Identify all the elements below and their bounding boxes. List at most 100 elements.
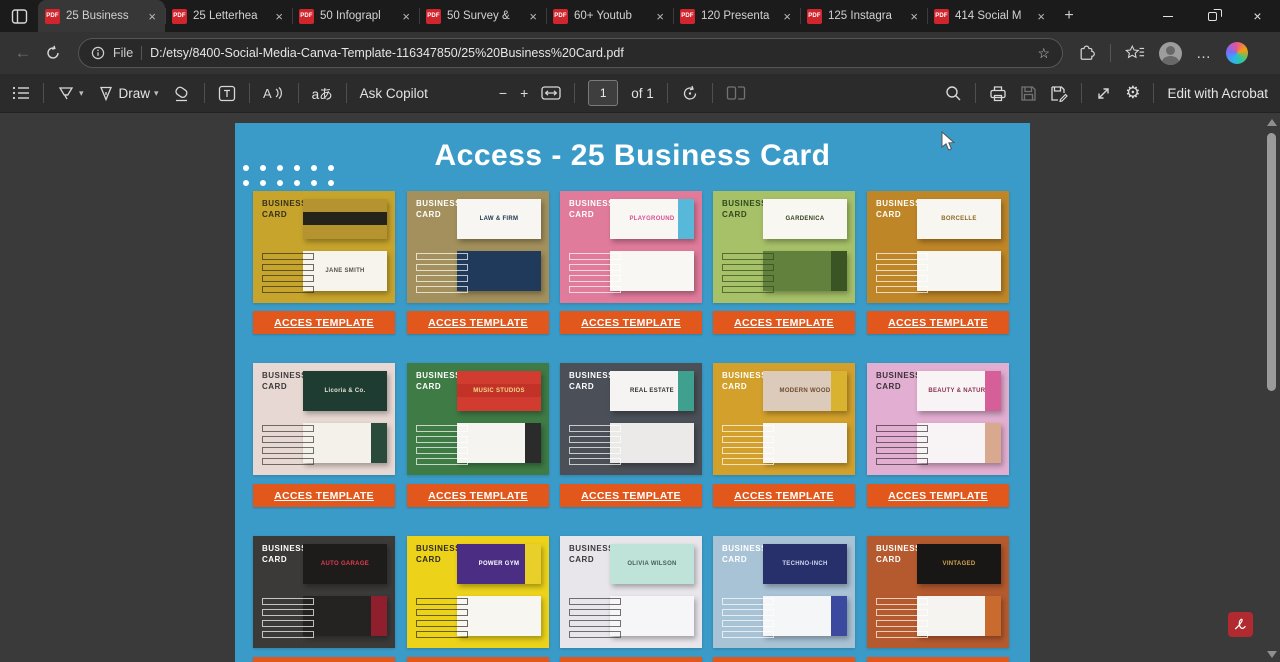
contact-line: [569, 253, 621, 260]
access-template-button[interactable]: ACCES TEMPLATE: [407, 311, 549, 334]
browser-tab-0[interactable]: PDF25 Business×: [38, 0, 165, 32]
business-card-preview: [763, 423, 847, 463]
card-brand-text: Licoria & Co.: [322, 388, 369, 394]
extensions-icon[interactable]: [1077, 44, 1096, 63]
acrobat-floating-button[interactable]: [1228, 612, 1253, 637]
new-tab-button[interactable]: +: [1054, 0, 1084, 32]
pdf-file-icon: PDF: [426, 9, 441, 24]
add-text-icon[interactable]: [218, 85, 236, 102]
browser-tab-2[interactable]: PDF50 Infograpl×: [292, 0, 419, 32]
favorite-star-icon[interactable]: ☆: [1037, 45, 1050, 62]
browser-tab-1[interactable]: PDF25 Letterhea×: [165, 0, 292, 32]
contact-line: [416, 425, 468, 432]
access-template-button[interactable]: ACCES TEMPLATE: [713, 311, 855, 334]
contact-lines: [262, 598, 314, 642]
tab-close-button[interactable]: ×: [146, 10, 158, 23]
access-template-button[interactable]: ACCES TEMPLATE: [253, 657, 395, 662]
tab-actions-menu-button[interactable]: [0, 0, 38, 32]
search-icon[interactable]: [945, 85, 962, 102]
contact-line: [262, 425, 314, 432]
business-card-preview: LAW & FIRM: [457, 199, 541, 239]
access-template-button[interactable]: ACCES TEMPLATE: [867, 311, 1009, 334]
access-template-button[interactable]: ACCES TEMPLATE: [867, 484, 1009, 507]
access-template-button[interactable]: ACCES TEMPLATE: [713, 484, 855, 507]
tab-close-button[interactable]: ×: [1035, 10, 1047, 23]
contact-line: [569, 264, 621, 271]
access-template-button[interactable]: ACCES TEMPLATE: [560, 657, 702, 662]
contact-line: [262, 598, 314, 605]
access-template-button[interactable]: ACCES TEMPLATE: [253, 484, 395, 507]
business-card-preview: Licoria & Co.: [303, 371, 387, 411]
contact-line: [262, 264, 314, 271]
settings-more-button[interactable]: …: [1196, 45, 1212, 62]
browser-tab-3[interactable]: PDF 50 Survey & ×: [419, 0, 546, 32]
zoom-out-button[interactable]: −: [499, 85, 507, 101]
tab-close-button[interactable]: ×: [527, 10, 539, 23]
read-aloud-icon[interactable]: A: [263, 85, 285, 101]
url-field[interactable]: File D:/etsy/8400-Social-Media-Canva-Tem…: [78, 38, 1063, 68]
zoom-in-button[interactable]: +: [520, 85, 528, 101]
translate-icon[interactable]: aあ: [312, 83, 333, 103]
eraser-icon[interactable]: [172, 85, 191, 102]
scroll-up-arrow[interactable]: [1267, 119, 1277, 126]
table-of-contents-icon[interactable]: [12, 85, 30, 101]
tab-close-button[interactable]: ×: [781, 10, 793, 23]
contact-line: [569, 286, 621, 293]
card-brand-text: VINTAGED: [940, 561, 979, 567]
access-template-button[interactable]: ACCES TEMPLATE: [867, 657, 1009, 662]
copilot-icon[interactable]: [1226, 42, 1248, 64]
access-template-button[interactable]: ACCES TEMPLATE: [560, 484, 702, 507]
tab-title: 50 Survey &: [447, 10, 521, 22]
browser-tab-4[interactable]: PDF60+ Youtub×: [546, 0, 673, 32]
tab-close-button[interactable]: ×: [654, 10, 666, 23]
browser-tab-7[interactable]: PDF414 Social M×: [927, 0, 1054, 32]
card-band: [303, 212, 387, 225]
print-icon[interactable]: [989, 85, 1007, 102]
browser-tab-5[interactable]: PDF120 Presenta×: [673, 0, 800, 32]
browser-tab-6[interactable]: PDF125 Instagra×: [800, 0, 927, 32]
contact-line: [876, 620, 928, 627]
fullscreen-icon[interactable]: [1095, 85, 1112, 102]
card-brand-text: POWER GYM: [476, 561, 523, 567]
tab-close-button[interactable]: ×: [908, 10, 920, 23]
contact-line: [569, 436, 621, 443]
gear-icon[interactable]: ⚙: [1125, 83, 1140, 103]
highlight-tool-button[interactable]: ▾: [57, 85, 84, 102]
minimize-button[interactable]: [1145, 0, 1190, 32]
tab-close-button[interactable]: ×: [273, 10, 285, 23]
save-icon[interactable]: [1020, 85, 1037, 102]
close-window-button[interactable]: ×: [1235, 0, 1280, 32]
access-template-button[interactable]: ACCES TEMPLATE: [407, 657, 549, 662]
url-text[interactable]: D:/etsy/8400-Social-Media-Canva-Template…: [150, 46, 1029, 60]
refresh-button[interactable]: [38, 45, 68, 61]
tab-title: 25 Letterhea: [193, 10, 267, 22]
access-template-button[interactable]: ACCES TEMPLATE: [407, 484, 549, 507]
pdf-file-icon: PDF: [680, 9, 695, 24]
scrollbar[interactable]: [1264, 113, 1279, 662]
card-accent: [371, 596, 387, 636]
fit-to-width-icon[interactable]: [541, 85, 561, 101]
draw-tool-button[interactable]: Draw ▾: [97, 85, 159, 102]
card-accent: [371, 423, 387, 463]
scroll-down-arrow[interactable]: [1267, 651, 1277, 658]
back-button[interactable]: ←: [8, 43, 38, 63]
scrollbar-thumb[interactable]: [1267, 133, 1276, 391]
contact-line: [722, 275, 774, 282]
rotate-icon[interactable]: [681, 85, 699, 102]
chevron-down-icon: ▾: [79, 88, 84, 99]
business-card-preview: AUTO GARAGE: [303, 544, 387, 584]
favorites-icon[interactable]: [1125, 44, 1145, 62]
access-template-button[interactable]: ACCES TEMPLATE: [253, 311, 395, 334]
access-template-button[interactable]: ACCES TEMPLATE: [560, 311, 702, 334]
save-as-icon[interactable]: [1050, 85, 1068, 102]
edit-with-acrobat-button[interactable]: Edit with Acrobat: [1167, 86, 1268, 101]
restore-button[interactable]: [1190, 0, 1235, 32]
profile-avatar[interactable]: [1159, 42, 1182, 65]
page-number-input[interactable]: 1: [588, 80, 618, 106]
access-template-button[interactable]: ACCES TEMPLATE: [713, 657, 855, 662]
contact-line: [722, 286, 774, 293]
ask-copilot-button[interactable]: Ask Copilot: [360, 86, 428, 101]
contact-line: [722, 458, 774, 465]
tab-close-button[interactable]: ×: [400, 10, 412, 23]
page-view-icon[interactable]: [726, 85, 746, 102]
